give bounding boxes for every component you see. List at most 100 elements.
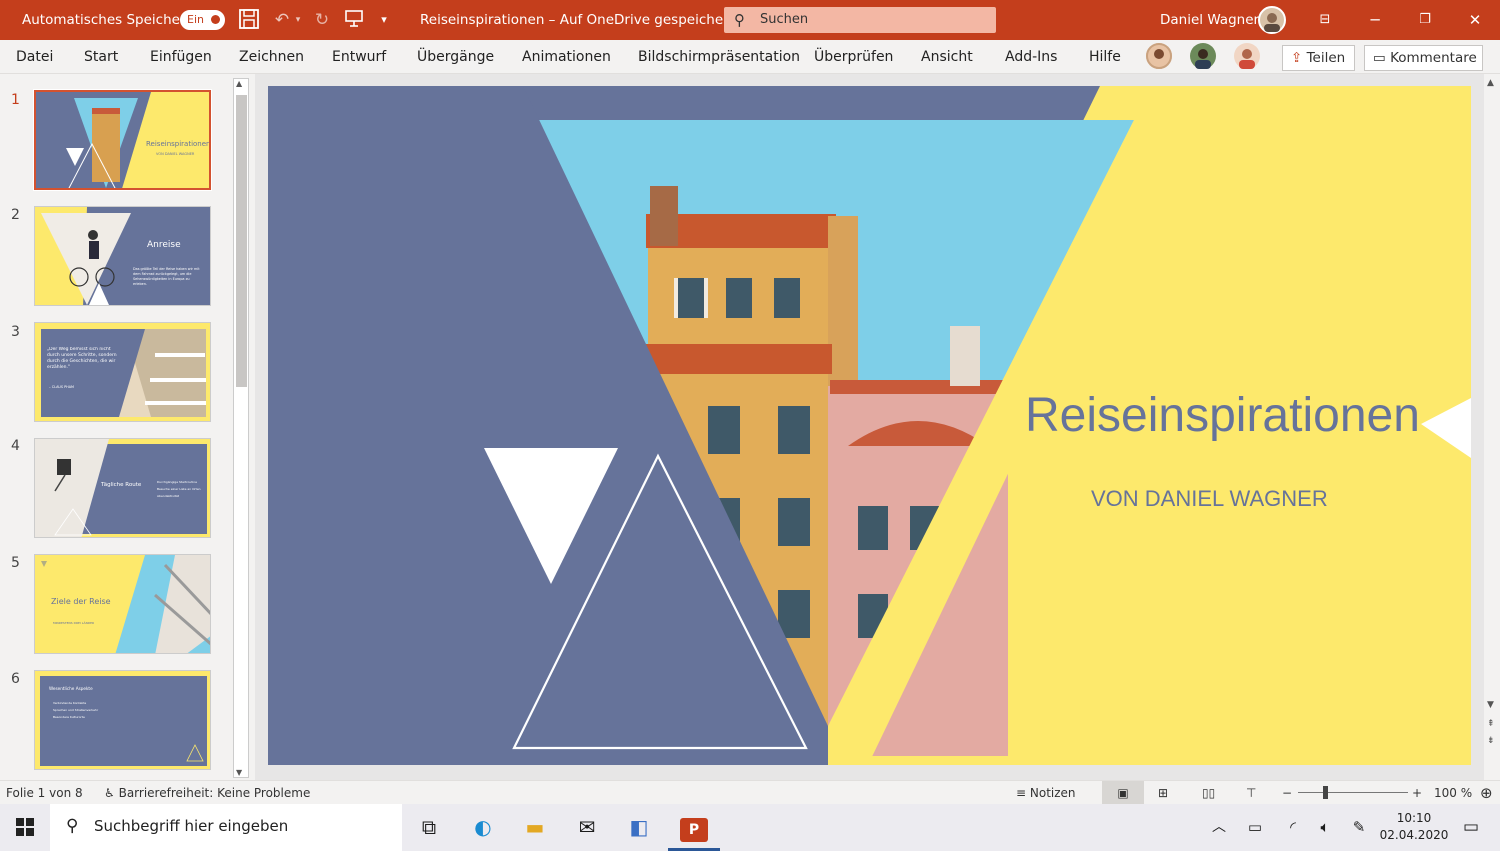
- thumb-title: Tägliche Route: [101, 482, 142, 488]
- tab-ansicht[interactable]: Ansicht: [921, 40, 973, 74]
- thumb-bullet: Durchgängige Startroutine: [157, 480, 198, 484]
- store-icon[interactable]: ◧: [622, 804, 656, 851]
- scroll-up-icon[interactable]: ▲: [236, 79, 242, 88]
- scroll-down-icon[interactable]: ▼: [236, 768, 242, 777]
- tab-ueberpruefen[interactable]: Überprüfen: [814, 40, 893, 74]
- powerpoint-taskbar-icon[interactable]: P: [668, 804, 720, 851]
- slide-thumbnail-1[interactable]: Reiseinspirationen VON DANIEL WAGNER: [33, 89, 212, 191]
- zoom-in-icon[interactable]: +: [1412, 781, 1422, 805]
- comments-button[interactable]: ▭ Kommentare: [1364, 45, 1483, 71]
- thumbnail-scrollbar[interactable]: ▲ ▼: [233, 78, 249, 778]
- slide-thumbnail-6[interactable]: Wesentliche Aspekte Verbindende Kontakte…: [34, 670, 211, 770]
- slide-title[interactable]: Reiseinspirationen: [1025, 388, 1420, 443]
- redo-icon[interactable]: ↻: [310, 8, 334, 32]
- scroll-up-icon[interactable]: ▲: [1487, 78, 1494, 88]
- slide-sorter-icon[interactable]: ⊞: [1158, 781, 1168, 805]
- tab-entwurf[interactable]: Entwurf: [332, 40, 386, 74]
- close-icon[interactable]: ✕: [1450, 0, 1500, 40]
- autosave-state: Ein: [187, 13, 204, 26]
- thumb-title: Wesentliche Aspekte: [49, 686, 93, 691]
- restore-icon[interactable]: ❐: [1400, 0, 1450, 40]
- zoom-level[interactable]: 100 %: [1434, 781, 1472, 805]
- coauthor-avatar[interactable]: [1234, 43, 1260, 69]
- windows-start-icon[interactable]: [0, 804, 50, 851]
- slide-subtitle[interactable]: VON DANIEL WAGNER: [1091, 486, 1328, 512]
- thumb-bullet: Besuche einer Liste an Orten: [157, 487, 201, 491]
- editor-scrollbar[interactable]: ▲ ▼ ⇞ ⇟: [1484, 74, 1500, 780]
- coauthor-avatar[interactable]: [1146, 43, 1172, 69]
- zoom-slider-track[interactable]: [1298, 792, 1408, 793]
- tab-uebergaenge[interactable]: Übergänge: [417, 40, 494, 74]
- slide-thumbnail-3[interactable]: „Der Weg bemisst sich nicht durch unsere…: [34, 322, 211, 422]
- slide-thumbnail-5[interactable]: Ziele der Reise MINDESTENS DREI LÄNDER: [34, 554, 211, 654]
- user-name[interactable]: Daniel Wagner: [1160, 0, 1259, 40]
- minimize-icon[interactable]: ─: [1350, 0, 1400, 40]
- coauthor-avatar[interactable]: [1190, 43, 1216, 69]
- zoom-slider-thumb[interactable]: [1323, 786, 1328, 799]
- taskbar-search-box[interactable]: ⚲ Suchbegriff hier eingeben: [50, 804, 402, 851]
- battery-icon[interactable]: ▭: [1240, 804, 1270, 851]
- slide-number: 1: [11, 92, 20, 108]
- tab-einfuegen[interactable]: Einfügen: [150, 40, 212, 74]
- document-title[interactable]: Reiseinspirationen – Auf OneDrive gespei…: [420, 0, 747, 40]
- file-explorer-icon[interactable]: ▬: [518, 804, 552, 851]
- slide-number: 5: [11, 555, 20, 571]
- tab-bildschirmpraesentation[interactable]: Bildschirmpräsentation: [638, 40, 800, 74]
- accessibility-status[interactable]: ♿ Barrierefreiheit: Keine Probleme: [104, 781, 310, 805]
- ribbon-display-icon[interactable]: ⊟: [1300, 0, 1350, 40]
- wifi-icon[interactable]: ◜: [1278, 804, 1308, 851]
- task-view-icon[interactable]: ⧉: [412, 804, 446, 851]
- tab-animationen[interactable]: Animationen: [522, 40, 611, 74]
- comments-label: Kommentare: [1390, 50, 1477, 66]
- thumb-bullet: Sprachen und Straßenverkehr: [53, 708, 99, 712]
- tab-datei[interactable]: Datei: [16, 40, 53, 74]
- taskbar-search-placeholder: Suchbegriff hier eingeben: [94, 817, 289, 835]
- show-hidden-icons-icon[interactable]: ︿: [1206, 804, 1232, 851]
- share-icon: ⇪: [1291, 50, 1303, 66]
- user-avatar[interactable]: [1258, 6, 1286, 34]
- search-box[interactable]: ⚲ Suchen: [724, 7, 996, 33]
- clock[interactable]: 10:10 02.04.2020: [1378, 810, 1450, 844]
- share-button[interactable]: ⇪ Teilen: [1282, 45, 1355, 71]
- undo-icon[interactable]: ↶: [270, 8, 294, 32]
- tab-zeichnen[interactable]: Zeichnen: [239, 40, 304, 74]
- autosave-toggle[interactable]: Ein: [180, 10, 225, 30]
- reading-view-icon[interactable]: ▯▯: [1202, 781, 1215, 805]
- main-slide[interactable]: Reiseinspirationen VON DANIEL WAGNER: [268, 86, 1471, 765]
- slide-number: 6: [11, 671, 20, 687]
- tab-start[interactable]: Start: [84, 40, 118, 74]
- mail-icon[interactable]: ✉: [570, 804, 604, 851]
- next-slide-icon[interactable]: ⇟: [1487, 736, 1495, 746]
- thumb-subtitle: MINDESTENS DREI LÄNDER: [53, 621, 95, 625]
- scroll-down-icon[interactable]: ▼: [1487, 700, 1494, 710]
- pen-icon[interactable]: ✎: [1344, 804, 1374, 851]
- share-label: Teilen: [1306, 50, 1346, 66]
- slide-thumbnail-4[interactable]: Tägliche Route Durchgängige Startroutine…: [34, 438, 211, 538]
- thumb-body: Das größte Teil der Reise haben wir mit …: [133, 267, 200, 286]
- slideshow-icon[interactable]: ⊤: [1246, 781, 1256, 805]
- scrollbar-thumb[interactable]: [236, 95, 247, 387]
- slide-thumbnail-2[interactable]: Anreise Das größte Teil der Reise haben …: [34, 206, 211, 306]
- zoom-out-icon[interactable]: −: [1282, 781, 1292, 805]
- edge-browser-icon[interactable]: ◐: [466, 804, 500, 851]
- slide-counter: Folie 1 von 8: [6, 786, 83, 800]
- undo-dropdown-icon[interactable]: ▾: [292, 8, 304, 32]
- search-icon: ⚲: [734, 11, 745, 29]
- notes-button[interactable]: ≡ Notizen: [1016, 781, 1076, 805]
- tab-add-ins[interactable]: Add-Ins: [1005, 40, 1057, 74]
- fit-to-window-icon[interactable]: ⊕: [1480, 781, 1493, 805]
- slide-number: 4: [11, 438, 20, 454]
- normal-view-icon[interactable]: ▣: [1102, 781, 1144, 805]
- thumb-title: Ziele der Reise: [51, 597, 111, 606]
- thumb-subtitle: VON DANIEL WAGNER: [156, 152, 195, 156]
- thumb-quote-author: – CLAUS PHAM: [49, 385, 74, 389]
- quick-access-more-icon[interactable]: ▾: [372, 8, 396, 32]
- tab-hilfe[interactable]: Hilfe: [1089, 40, 1121, 74]
- thumb-bullet: Abendaktivität: [157, 494, 179, 498]
- present-icon[interactable]: [342, 8, 366, 32]
- volume-icon[interactable]: 🔈︎: [1310, 804, 1340, 851]
- notification-icon[interactable]: ▭: [1456, 804, 1486, 851]
- notes-label: Notizen: [1029, 786, 1076, 800]
- previous-slide-icon[interactable]: ⇞: [1487, 719, 1495, 729]
- save-icon[interactable]: [237, 8, 261, 32]
